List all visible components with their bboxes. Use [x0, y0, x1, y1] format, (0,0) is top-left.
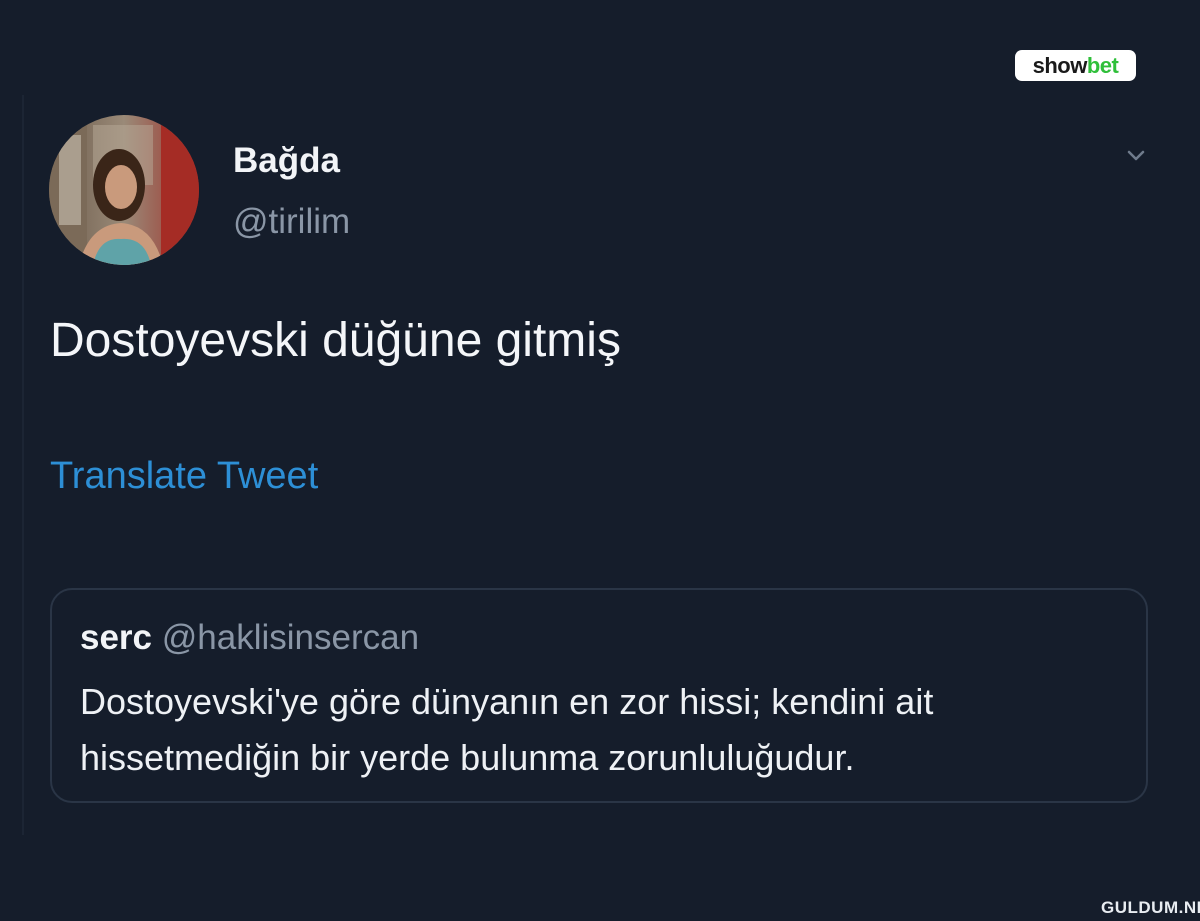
- brand-logo-word-1: show: [1032, 52, 1088, 78]
- avatar[interactable]: [49, 115, 199, 265]
- site-watermark: GULDUM.NET: [1101, 898, 1200, 917]
- brand-logo-badge: show bet: [1015, 50, 1136, 81]
- brand-logo-word-2: bet: [1086, 52, 1119, 78]
- quoted-author-handle: @haklisinsercan: [161, 618, 420, 657]
- quoted-tweet-header: serc @haklisinsercan: [80, 618, 419, 658]
- tweet-screenshot: show bet Bağda @tirilim Dostoyevski düğü…: [0, 0, 1200, 921]
- quoted-author-name: serc: [80, 618, 153, 657]
- quoted-tweet-card[interactable]: serc @haklisinsercan Dostoyevski'ye göre…: [50, 588, 1148, 803]
- left-divider: [22, 95, 24, 835]
- translate-tweet-link[interactable]: Translate Tweet: [50, 455, 318, 498]
- avatar-photo: [49, 115, 199, 265]
- author-handle[interactable]: @tirilim: [233, 202, 350, 242]
- author-display-name[interactable]: Bağda: [233, 141, 340, 181]
- tweet-text: Dostoyevski düğüne gitmiş: [50, 314, 621, 367]
- quoted-tweet-text: Dostoyevski'ye göre dünyanın en zor hiss…: [80, 681, 934, 778]
- chevron-down-icon[interactable]: [1124, 144, 1148, 168]
